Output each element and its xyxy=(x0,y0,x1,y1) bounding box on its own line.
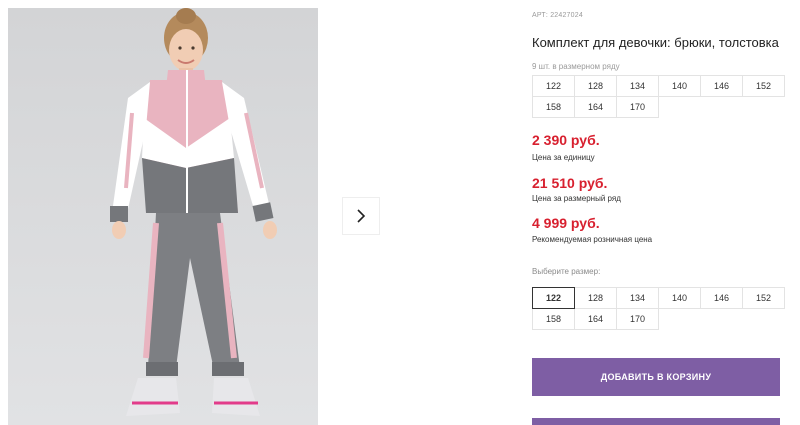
pack-size-cell: 146 xyxy=(700,75,743,97)
size-option-146[interactable]: 146 xyxy=(700,287,743,309)
size-option-134[interactable]: 134 xyxy=(616,287,659,309)
pack-size-cell: 170 xyxy=(616,96,659,118)
pack-size-cell: 164 xyxy=(574,96,617,118)
size-option-164[interactable]: 164 xyxy=(574,308,617,330)
product-gallery xyxy=(0,0,530,425)
secondary-action-button[interactable] xyxy=(532,418,780,425)
pack-size-cell: 158 xyxy=(532,96,575,118)
size-option-128[interactable]: 128 xyxy=(574,287,617,309)
pack-note: 9 шт. в размерном ряду xyxy=(532,62,620,71)
choose-size-label: Выберите размер: xyxy=(532,267,601,276)
retail-price-label: Рекомендуемая розничная цена xyxy=(532,235,653,244)
pack-size-cell: 128 xyxy=(574,75,617,97)
unit-price-label: Цена за единицу xyxy=(532,153,595,162)
pack-size-grid: 122 128 134 140 146 152 158 164 170 xyxy=(532,75,785,118)
pack-size-cell: 140 xyxy=(658,75,701,97)
girl-tracksuit-illustration xyxy=(8,8,318,425)
size-option-170[interactable]: 170 xyxy=(616,308,659,330)
pack-size-cell: 152 xyxy=(742,75,785,97)
pack-price: 21 510 руб. xyxy=(532,175,608,191)
next-image-button[interactable] xyxy=(342,197,380,235)
retail-price: 4 999 руб. xyxy=(532,215,600,231)
pack-size-cell: 122 xyxy=(532,75,575,97)
size-option-122[interactable]: 122 xyxy=(532,287,575,309)
product-info: АРТ: 22427024 Комплект для девочки: брюк… xyxy=(532,0,800,425)
add-to-cart-button[interactable]: ДОБАВИТЬ В КОРЗИНУ xyxy=(532,358,780,396)
unit-price: 2 390 руб. xyxy=(532,132,600,148)
size-selector: 122 128 134 140 146 152 158 164 170 xyxy=(532,287,785,330)
product-photo[interactable] xyxy=(8,8,318,425)
size-option-152[interactable]: 152 xyxy=(742,287,785,309)
product-title: Комплект для девочки: брюки, толстовка xyxy=(532,35,779,50)
size-option-140[interactable]: 140 xyxy=(658,287,701,309)
chevron-right-icon xyxy=(357,209,366,223)
pack-size-cell: 134 xyxy=(616,75,659,97)
pack-price-label: Цена за размерный ряд xyxy=(532,194,621,203)
product-sku: АРТ: 22427024 xyxy=(532,12,583,19)
size-option-158[interactable]: 158 xyxy=(532,308,575,330)
